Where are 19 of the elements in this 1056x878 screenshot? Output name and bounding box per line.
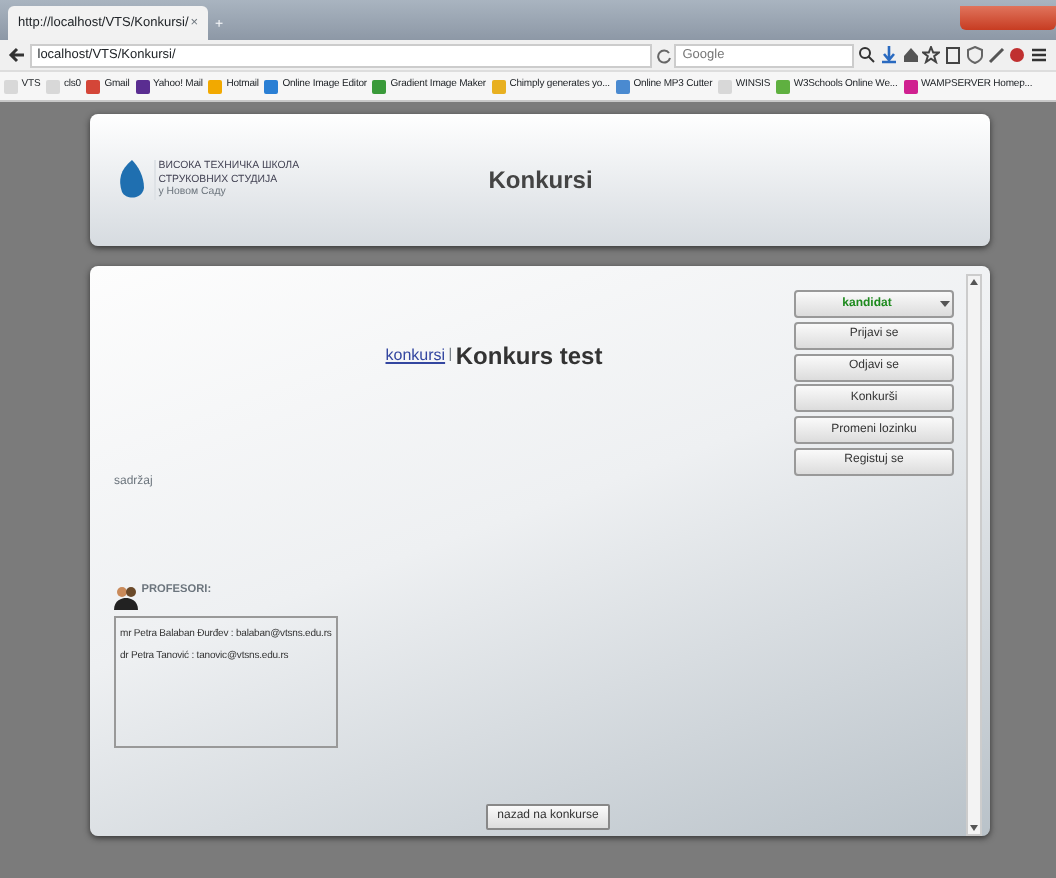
menu-icon[interactable] [1030, 46, 1048, 64]
scrollbar[interactable] [966, 274, 982, 836]
breadcrumb-current: Konkurs test [455, 340, 603, 374]
scroll-up-icon[interactable] [968, 276, 980, 288]
people-icon [114, 584, 138, 613]
page-title: Konkursi [486, 164, 595, 198]
home-icon[interactable] [901, 46, 919, 64]
clipboard-icon[interactable] [944, 46, 962, 64]
back-icon[interactable] [8, 46, 26, 64]
download-icon[interactable] [879, 46, 898, 64]
search-icon[interactable] [858, 46, 876, 64]
scroll-down-icon[interactable] [968, 822, 980, 834]
shield-icon[interactable] [965, 46, 984, 64]
star-icon[interactable] [922, 46, 941, 64]
pencil-icon[interactable] [987, 46, 1005, 64]
reload-icon[interactable] [655, 47, 671, 63]
breadcrumb-link[interactable]: konkursi [385, 344, 446, 368]
dropdown-caret-icon [938, 298, 952, 310]
logo-icon [118, 160, 146, 200]
